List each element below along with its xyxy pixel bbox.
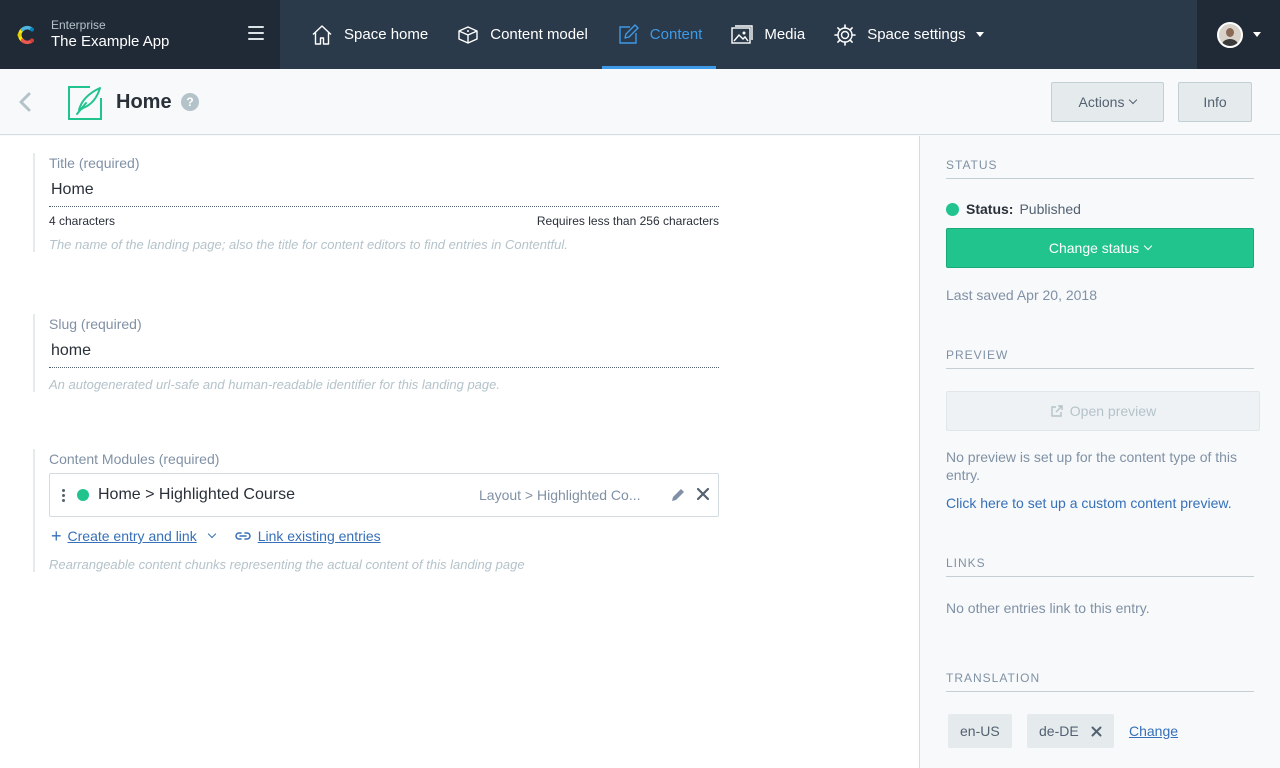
nav-label: Space home: [344, 26, 429, 43]
app-name: The Example App: [51, 32, 170, 50]
slug-input[interactable]: [49, 334, 719, 368]
status-heading: STATUS: [946, 158, 1254, 179]
change-status-label: Change status: [1048, 240, 1140, 256]
status-value: Published: [1019, 201, 1081, 217]
drag-handle-icon[interactable]: [62, 488, 66, 502]
field-help-text: Rearrangeable content chunks representin…: [49, 557, 525, 572]
external-link-icon: [1051, 405, 1063, 417]
status-line: Status: Published: [946, 201, 1081, 217]
pencil-icon[interactable]: [670, 487, 686, 503]
nav-label: Space settings: [867, 26, 966, 43]
char-limit: Requires less than 256 characters: [536, 214, 719, 228]
info-button[interactable]: Info: [1178, 82, 1252, 122]
entry-sidebar: STATUS Status: Published Change status L…: [919, 136, 1280, 768]
entry-editor: Title (required) 4 characters Requires l…: [0, 136, 919, 768]
hamburger-menu-icon[interactable]: [248, 26, 264, 40]
last-saved-text: Last saved Apr 20, 2018: [946, 287, 1097, 303]
top-navigation: Enterprise The Example App Space home Co…: [0, 0, 1280, 69]
field-help-text: An autogenerated url-safe and human-read…: [49, 377, 500, 392]
media-icon: [731, 24, 754, 44]
entry-header: Home ? Actions Info: [0, 69, 1280, 135]
avatar: [1216, 21, 1243, 48]
help-icon[interactable]: ?: [181, 93, 199, 111]
reference-card[interactable]: Home > Highlighted Course Layout > Highl…: [49, 473, 719, 517]
actions-button[interactable]: Actions: [1051, 82, 1164, 122]
field-meta: 4 characters Requires less than 256 char…: [49, 214, 719, 228]
create-entry-link[interactable]: Create entry and link: [68, 528, 197, 544]
custom-preview-link[interactable]: Click here to set up a custom content pr…: [946, 495, 1232, 511]
published-status-dot: [77, 489, 89, 501]
nav-label: Content: [649, 26, 703, 43]
close-icon[interactable]: [1091, 726, 1102, 737]
close-icon[interactable]: [696, 487, 710, 501]
published-status-dot: [946, 202, 959, 216]
reference-actions: + Create entry and link Link existing en…: [49, 527, 719, 545]
nav-label: Media: [764, 26, 806, 43]
environment-label: Enterprise: [51, 17, 106, 32]
nav-label: Content model: [490, 26, 588, 43]
chevron-down-icon: [1143, 241, 1153, 251]
content-modules-field: Content Modules (required) Home > Highli…: [33, 449, 719, 572]
page-title: Home: [116, 91, 172, 113]
field-label: Title (required): [49, 155, 140, 171]
open-preview-label: Open preview: [1069, 403, 1157, 419]
actions-label: Actions: [1078, 94, 1125, 110]
char-count: 4 characters: [49, 214, 116, 228]
nav-space-settings[interactable]: Space settings: [819, 0, 997, 69]
reference-content-type: Layout > Highlighted Co...: [479, 487, 641, 503]
title-input[interactable]: [49, 173, 719, 207]
status-label: Status:: [966, 201, 1014, 217]
nav-space-home[interactable]: Space home: [296, 0, 442, 69]
nav-content[interactable]: Content: [601, 0, 717, 69]
chevron-down-icon: [1252, 32, 1261, 37]
organization-switcher[interactable]: Enterprise The Example App: [0, 0, 280, 69]
home-icon: [312, 24, 332, 45]
title-field: Title (required) 4 characters Requires l…: [33, 153, 719, 252]
links-heading: LINKS: [946, 556, 1254, 577]
field-label: Content Modules (required): [49, 451, 220, 467]
slug-field: Slug (required) An autogenerated url-saf…: [33, 314, 719, 392]
main-nav: Space home Content model Content Media S…: [280, 0, 1197, 69]
links-note: No other entries link to this entry.: [946, 600, 1150, 616]
cube-icon: [458, 25, 478, 44]
chevron-down-icon[interactable]: [207, 529, 216, 539]
change-locale-link[interactable]: Change: [1129, 723, 1178, 739]
link-icon: [235, 532, 251, 540]
translation-heading: TRANSLATION: [946, 671, 1254, 692]
user-menu[interactable]: [1197, 0, 1280, 69]
change-status-button[interactable]: Change status: [946, 228, 1254, 268]
reference-title[interactable]: Home > Highlighted Course: [98, 486, 295, 504]
preview-heading: PREVIEW: [946, 348, 1254, 369]
chevron-down-icon: [1129, 95, 1138, 105]
edit-icon: [619, 23, 639, 44]
gear-icon: [834, 23, 857, 46]
open-preview-button: Open preview: [946, 391, 1260, 431]
locale-label: en-US: [960, 723, 1000, 739]
link-existing-entries-link[interactable]: Link existing entries: [258, 528, 381, 544]
nav-content-model[interactable]: Content model: [442, 0, 602, 69]
field-help-text: The name of the landing page; also the t…: [49, 237, 568, 252]
locale-label: de-DE: [1039, 723, 1079, 739]
entry-feather-icon: [68, 86, 102, 120]
preview-note: No preview is set up for the content typ…: [946, 449, 1238, 483]
locale-tag-de-de: de-DE: [1027, 714, 1114, 748]
organization-info: Enterprise The Example App: [51, 18, 169, 52]
plus-icon[interactable]: +: [51, 527, 62, 545]
contentful-logo-icon: [17, 25, 34, 44]
nav-media[interactable]: Media: [716, 0, 819, 69]
locale-tag-en-us: en-US: [948, 714, 1012, 748]
back-arrow-icon[interactable]: [16, 91, 34, 113]
field-label: Slug (required): [49, 316, 142, 332]
chevron-down-icon: [975, 32, 984, 37]
